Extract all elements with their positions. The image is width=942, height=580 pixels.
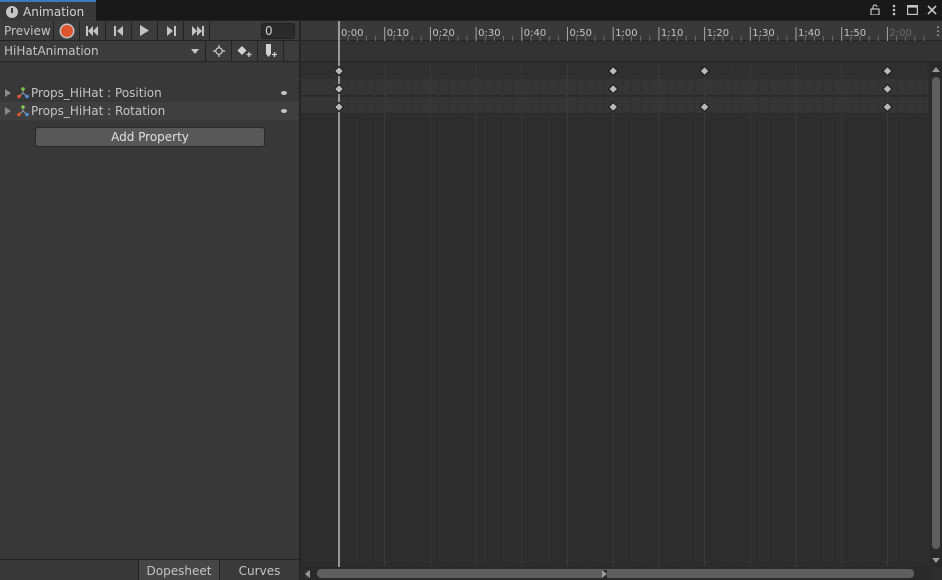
ruler-tick-label: 0:00 [341,28,363,39]
step-back-icon [113,25,123,36]
add-keyframe-button[interactable] [232,40,258,62]
tab-curves[interactable]: Curves [219,560,299,580]
summary-keyframe-row[interactable] [301,63,928,79]
first-keyframe-button[interactable] [80,20,106,41]
ruler-tick-label: 1:10 [661,28,683,39]
property-row-rotation[interactable]: Props_HiHat : Rotation [0,102,299,120]
property-list: Props_HiHat : Position Props_HiHat : Rot… [0,84,299,120]
tab-label: Animation [23,4,85,19]
add-keyframe-icon [237,46,251,57]
ruler-tick-label: 1:20 [707,28,729,39]
crosshair-icon [212,45,225,57]
clock-icon [6,5,18,18]
vertical-scroll-thumb[interactable] [932,77,940,549]
property-row-position[interactable]: Props_HiHat : Position [0,84,299,102]
step-forward-icon [166,25,176,36]
transform-icon [17,87,29,99]
tabs-spacer [0,560,138,580]
previous-keyframe-button[interactable] [106,20,132,41]
play-icon [140,25,149,36]
foldout-arrow-icon[interactable] [5,89,11,97]
add-event-icon [265,44,277,57]
window-controls [868,2,938,17]
horizontal-scrollbar[interactable] [301,567,930,580]
window-tab-bar: Animation [0,0,942,21]
ruler-tick-label: 1:40 [798,28,820,39]
property-label: Props_HiHat : Position [31,86,162,100]
filter-by-selection-button[interactable] [206,40,232,62]
ruler-tick-label: 2:00 [889,28,911,39]
frame-field[interactable]: 0 [261,22,295,39]
vertical-scrollbar[interactable] [930,63,942,567]
maximize-icon[interactable] [906,2,919,17]
next-keyframe-button[interactable] [158,20,184,41]
ruler-tick-label: 0:50 [570,28,592,39]
scroll-up-icon[interactable] [932,67,940,72]
add-property-button[interactable]: Add Property [35,127,265,147]
property-options-dot[interactable] [281,91,287,95]
scroll-left-icon[interactable] [305,570,310,578]
record-icon [60,24,73,37]
ruler-tick-label: 0:40 [524,28,546,39]
last-keyframe-button[interactable] [184,20,210,41]
property-panel: Preview 0 HiHatAnimation Props_HiHat: P… [0,20,300,580]
preview-button[interactable]: Preview [0,20,54,41]
ruler-tick-label: 1:00 [615,28,637,39]
add-event-button[interactable] [258,40,284,62]
time-ruler[interactable]: 0:00 0:10 0:20 0:30 0:40 0:50 1:00 1:10 1:20 1:30… [301,21,942,41]
position-keyframe-row[interactable] [301,79,928,96]
play-button[interactable] [132,20,158,41]
tab-animation[interactable]: Animation [0,0,96,21]
close-icon[interactable] [925,2,938,17]
lock-icon[interactable] [868,2,881,17]
ruler-tick-label: 0:30 [478,28,500,39]
playback-toolbar: Preview 0 [0,20,299,41]
chevron-down-icon [191,48,199,54]
rotation-keyframe-row[interactable] [301,97,928,114]
dopesheet-panel: 0:00 0:10 0:20 0:30 0:40 0:50 1:00 1:10 1:20 1:30… [301,21,942,580]
horizontal-scroll-thumb[interactable] [317,569,914,578]
transform-icon [17,105,29,117]
clip-selector[interactable]: HiHatAnimation [0,40,206,62]
scroll-down-icon[interactable] [932,558,940,563]
scroll-right-icon[interactable] [602,570,607,578]
foldout-arrow-icon[interactable] [5,107,11,115]
property-label: Props_HiHat : Rotation [31,104,166,118]
clip-selector-value: HiHatAnimation [4,44,99,58]
ruler-tick-label: 0:20 [432,28,454,39]
ruler-tick-label: 1:50 [844,28,866,39]
skip-start-icon [85,25,98,36]
more-options-icon[interactable]: ⋮ [932,24,942,38]
clip-row: HiHatAnimation [0,40,299,62]
skip-end-icon [191,25,204,36]
ruler-tick-label: 1:30 [752,28,774,39]
tab-dopesheet[interactable]: Dopesheet [138,560,219,580]
event-lane[interactable] [301,41,942,62]
menu-icon[interactable] [887,2,900,17]
ruler-tick-label: 0:10 [387,28,409,39]
view-mode-tabs: Dopesheet Curves [0,559,299,580]
record-button[interactable] [54,20,80,41]
property-options-dot[interactable] [281,109,287,113]
time-ruler-ticks: 0:00 0:10 0:20 0:30 0:40 0:50 1:00 1:10 1:20 1:30… [338,27,925,41]
